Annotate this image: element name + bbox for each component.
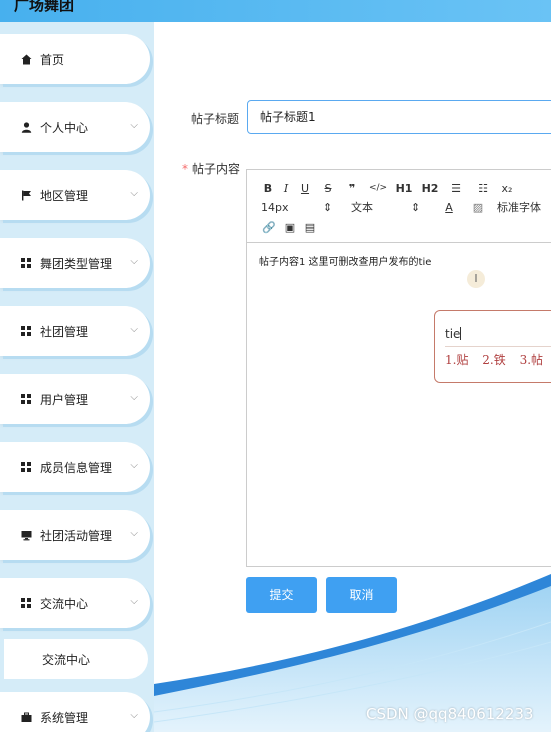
chevron-down-icon: ⌵ [130,596,138,607]
user-icon [20,121,32,133]
bullet-list-icon[interactable]: ☷ [467,182,499,195]
h1-button[interactable]: H1 [393,182,415,195]
editor-toolbar-row-3: 🔗 ▣ ▤ [259,217,319,237]
sidebar-item-label: 首页 [40,52,65,67]
sidebar-item-members[interactable]: 成员信息管理 ⌵ [0,442,150,492]
italic-button[interactable]: I [277,182,295,195]
content-label: * 帖子内容 [182,160,240,177]
required-mark: * [182,162,188,176]
image-icon[interactable]: ▣ [279,221,301,234]
watermark: CSDN @qq840612233 [366,705,534,723]
ime-candidate-3[interactable]: 3.帖 [520,353,543,367]
editor-content-text[interactable]: 帖子内容1 这里可删改查用户发布的tie [259,253,431,268]
monitor-icon [20,529,32,541]
sidebar-item-home[interactable]: 首页 [0,34,150,84]
sidebar-item-club[interactable]: 社团管理 ⌵ [0,306,150,356]
sidebar-item-system[interactable]: 系统管理 ⌵ [0,692,150,732]
home-icon [20,53,32,65]
background-color-icon[interactable]: ▨ [459,201,497,214]
chevron-down-icon: ⌵ [130,188,138,199]
ime-typed-text: tie [445,327,462,341]
ime-candidates: 1.贴 2.铁 3.帖 [445,351,551,368]
sidebar-item-label: 社团管理 [40,324,89,339]
ime-candidate-popup[interactable]: tie 1.贴 2.铁 3.帖 [434,310,551,383]
chevron-down-icon: ⌵ [130,324,138,335]
sidebar: 首页 个人中心 ⌵ 地区管理 ⌵ 舞团类型管理 ⌵ 社团管理 ⌵ 用户管理 ⌵ [0,22,154,732]
sidebar-item-label: 系统管理 [40,710,89,725]
grid-icon [20,597,32,609]
main-content: 帖子标题 帖子标题1 * 帖子内容 B I U S ❞ </> H1 H2 ☰ ☷… [154,22,551,732]
app-title: 广场舞团 [14,0,75,14]
sidebar-item-label: 用户管理 [40,392,89,407]
subscript-icon[interactable]: x₂ [499,182,515,195]
font-color-icon[interactable]: A [439,201,459,214]
submit-button[interactable]: 提交 [246,577,317,613]
sidebar-subitem-label: 交流中心 [42,652,91,667]
select-arrows-icon: ⇕ [323,200,333,214]
text-type-select[interactable]: 文本 [351,199,411,215]
underline-button[interactable]: U [295,182,315,195]
strike-button[interactable]: S [315,182,341,195]
grid-icon [20,325,32,337]
chevron-down-icon: ⌵ [130,120,138,131]
sidebar-item-label: 地区管理 [40,188,89,203]
sidebar-item-exchange[interactable]: 交流中心 ⌵ [0,578,150,628]
ime-divider [445,346,551,347]
chevron-down-icon: ⌵ [130,528,138,539]
editor-toolbar-row-2: 14px ⇕ 文本 ⇕ A ▨ 标准字体 [261,197,541,217]
sidebar-item-personal-center[interactable]: 个人中心 ⌵ [0,102,150,152]
cancel-button[interactable]: 取消 [326,577,397,613]
grid-icon [20,461,32,473]
sidebar-item-label: 交流中心 [40,596,89,611]
ime-candidate-1[interactable]: 1.贴 [445,353,468,367]
text-cursor-icon: I [467,270,485,288]
chevron-down-icon: ⌵ [130,710,138,721]
grid-icon [20,257,32,269]
sidebar-item-label: 成员信息管理 [40,460,113,475]
sidebar-subitem-exchange-center[interactable]: 交流中心 [4,639,148,679]
content-label-text: 帖子内容 [192,162,241,176]
chevron-down-icon: ⌵ [130,256,138,267]
briefcase-icon [20,711,32,723]
top-bar: 广场舞团 [0,0,551,22]
flag-icon [20,189,32,201]
post-title-input[interactable]: 帖子标题1 [247,100,551,134]
bold-button[interactable]: B [259,182,277,195]
sidebar-item-label: 舞团类型管理 [40,256,113,271]
sidebar-item-label: 社团活动管理 [40,528,113,543]
font-family-select[interactable]: 标准字体 [497,199,541,215]
code-icon[interactable]: </> [363,183,393,193]
chevron-down-icon: ⌵ [130,392,138,403]
grid-icon [20,393,32,405]
ime-candidate-2[interactable]: 2.铁 [482,353,505,367]
video-icon[interactable]: ▤ [301,221,319,234]
quote-icon[interactable]: ❞ [341,182,363,195]
select-arrows-icon: ⇕ [411,200,421,214]
sidebar-item-activities[interactable]: 社团活动管理 ⌵ [0,510,150,560]
title-label: 帖子标题 [191,112,240,126]
sidebar-item-users[interactable]: 用户管理 ⌵ [0,374,150,424]
ordered-list-icon[interactable]: ☰ [445,182,467,195]
font-size-select[interactable]: 14px [261,201,323,214]
editor-toolbar-row-1: B I U S ❞ </> H1 H2 ☰ ☷ x₂ [259,178,515,198]
link-icon[interactable]: 🔗 [259,221,279,234]
toolbar-divider [247,242,551,243]
chevron-down-icon: ⌵ [130,460,138,471]
sidebar-item-dance-type[interactable]: 舞团类型管理 ⌵ [0,238,150,288]
h2-button[interactable]: H2 [415,182,445,195]
sidebar-item-region[interactable]: 地区管理 ⌵ [0,170,150,220]
sidebar-item-label: 个人中心 [40,120,89,135]
